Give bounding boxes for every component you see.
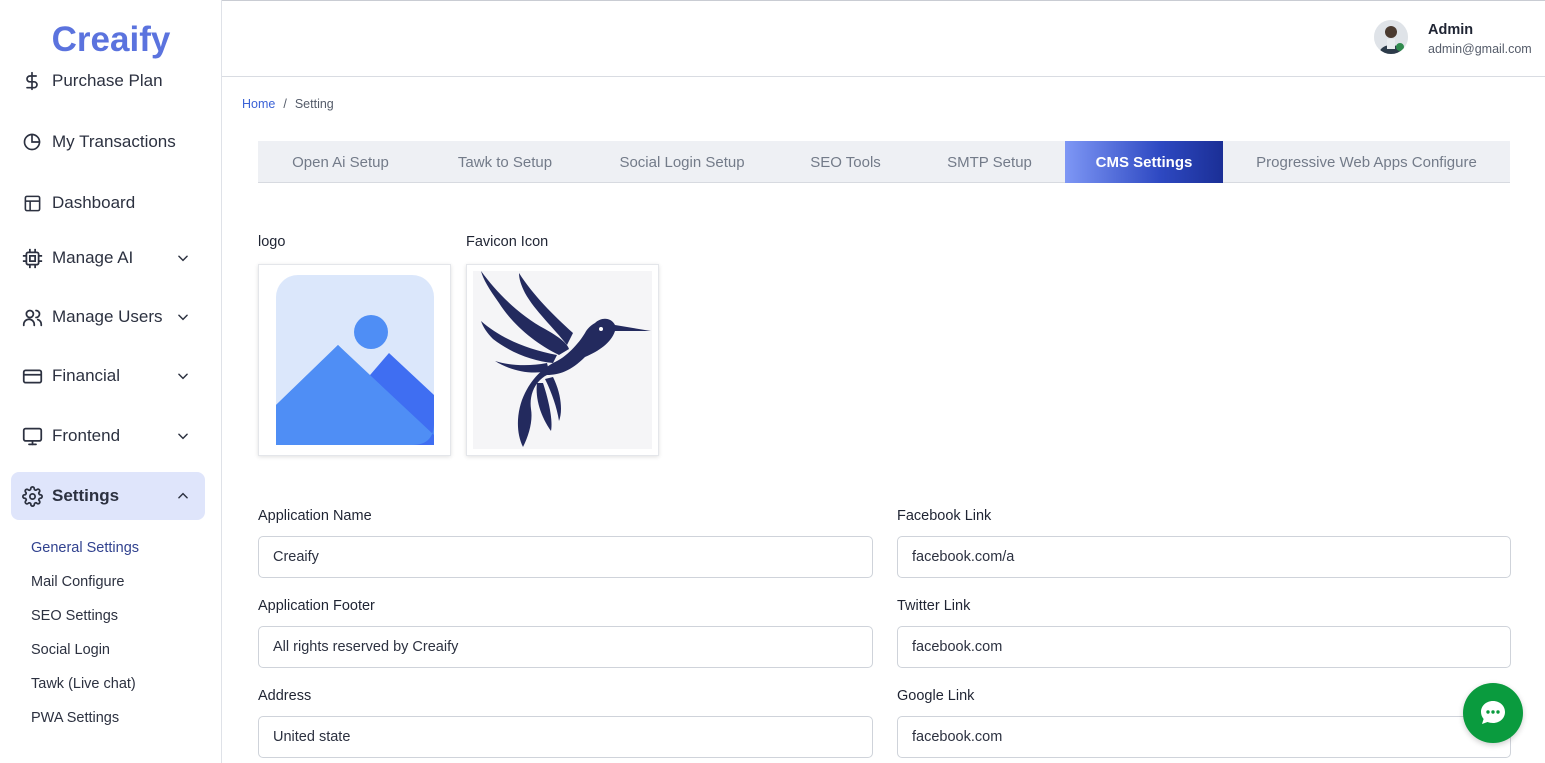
layout-icon: [21, 192, 43, 214]
tab-open-ai-setup[interactable]: Open Ai Setup: [258, 141, 423, 183]
sidebar-item-label: Manage AI: [52, 248, 134, 267]
tab-tawk-to-setup[interactable]: Tawk to Setup: [423, 141, 587, 183]
hummingbird-icon: [473, 271, 652, 449]
tab-cms-settings[interactable]: CMS Settings: [1065, 141, 1223, 183]
sidebar-item-purchase-plan[interactable]: Purchase Plan: [11, 57, 205, 105]
chat-bubble-icon: [1481, 701, 1505, 724]
google-link-input[interactable]: [897, 716, 1511, 758]
gear-icon: [21, 485, 43, 507]
breadcrumb-current: Setting: [294, 97, 334, 111]
breadcrumb-separator: /: [283, 97, 287, 111]
sidebar-subitem-pwa-settings[interactable]: PWA Settings: [31, 710, 119, 726]
sidebar-subitem-general-settings[interactable]: General Settings: [31, 540, 139, 556]
favicon-upload[interactable]: [466, 264, 659, 456]
chevron-down-icon[interactable]: [173, 307, 193, 327]
chevron-down-icon[interactable]: [173, 426, 193, 446]
monitor-icon: [21, 425, 43, 447]
sidebar-subitem-tawk-live-chat[interactable]: Tawk (Live chat): [31, 676, 136, 692]
address-input[interactable]: [258, 716, 873, 758]
google-link-label: Google Link: [897, 688, 975, 704]
facebook-link-label: Facebook Link: [897, 508, 992, 524]
chevron-up-icon[interactable]: [173, 486, 193, 506]
application-name-input[interactable]: [258, 536, 873, 578]
sidebar-item-label: Purchase Plan: [52, 71, 163, 90]
sidebar-item-financial[interactable]: Financial: [11, 352, 205, 400]
breadcrumb-home-link[interactable]: Home: [242, 97, 275, 111]
tab-progressive-web-apps-configure[interactable]: Progressive Web Apps Configure: [1223, 141, 1510, 183]
chevron-down-icon[interactable]: [173, 366, 193, 386]
address-label: Address: [258, 688, 312, 704]
pie-chart-icon: [21, 131, 43, 153]
user-email: admin@gmail.com: [1428, 42, 1532, 56]
twitter-link-input[interactable]: [897, 626, 1511, 668]
facebook-link-input[interactable]: [897, 536, 1511, 578]
logo-upload[interactable]: [258, 264, 451, 456]
image-placeholder-icon: [265, 271, 444, 449]
sidebar-subitem-mail-configure[interactable]: Mail Configure: [31, 574, 125, 590]
avatar[interactable]: [1374, 20, 1408, 54]
sidebar: Creaify Purchase Plan My Transactions Da…: [0, 0, 222, 763]
breadcrumb: Home / Setting: [242, 97, 334, 111]
sidebar-item-manage-ai[interactable]: Manage AI: [11, 234, 205, 282]
tab-smtp-setup[interactable]: SMTP Setup: [914, 141, 1065, 183]
sidebar-item-label: Settings: [52, 486, 120, 505]
user-name: Admin: [1428, 22, 1474, 38]
sidebar-item-dashboard[interactable]: Dashboard: [11, 179, 205, 227]
application-footer-input[interactable]: [258, 626, 873, 668]
sidebar-item-label: Frontend: [52, 426, 121, 445]
application-name-label: Application Name: [258, 508, 372, 524]
chevron-down-icon[interactable]: [173, 248, 193, 268]
users-icon: [21, 306, 43, 328]
sidebar-item-frontend[interactable]: Frontend: [11, 412, 205, 460]
sidebar-item-label: Financial: [52, 366, 121, 385]
cpu-icon: [21, 247, 43, 269]
settings-tabs: Open Ai Setup Tawk to Setup Social Login…: [258, 141, 1510, 183]
top-bar: [222, 0, 1545, 77]
logo-label: logo: [258, 234, 286, 250]
sidebar-item-my-transactions[interactable]: My Transactions: [11, 118, 205, 166]
tab-social-login-setup[interactable]: Social Login Setup: [587, 141, 777, 183]
twitter-link-label: Twitter Link: [897, 598, 971, 614]
sidebar-item-label: Dashboard: [52, 193, 136, 212]
application-footer-label: Application Footer: [258, 598, 375, 614]
tab-seo-tools[interactable]: SEO Tools: [777, 141, 914, 183]
sidebar-item-label: Manage Users: [52, 307, 163, 326]
brand-logo-text[interactable]: Creaify: [0, 20, 222, 60]
sidebar-item-manage-users[interactable]: Manage Users: [11, 293, 205, 341]
credit-card-icon: [21, 365, 43, 387]
dollar-icon: [21, 70, 43, 92]
favicon-label: Favicon Icon: [466, 234, 549, 250]
sidebar-subitem-social-login[interactable]: Social Login: [31, 642, 110, 658]
live-chat-button[interactable]: [1463, 683, 1523, 743]
sidebar-item-settings[interactable]: Settings: [11, 472, 205, 520]
sidebar-item-label: My Transactions: [52, 132, 176, 151]
sidebar-subitem-seo-settings[interactable]: SEO Settings: [31, 608, 118, 624]
